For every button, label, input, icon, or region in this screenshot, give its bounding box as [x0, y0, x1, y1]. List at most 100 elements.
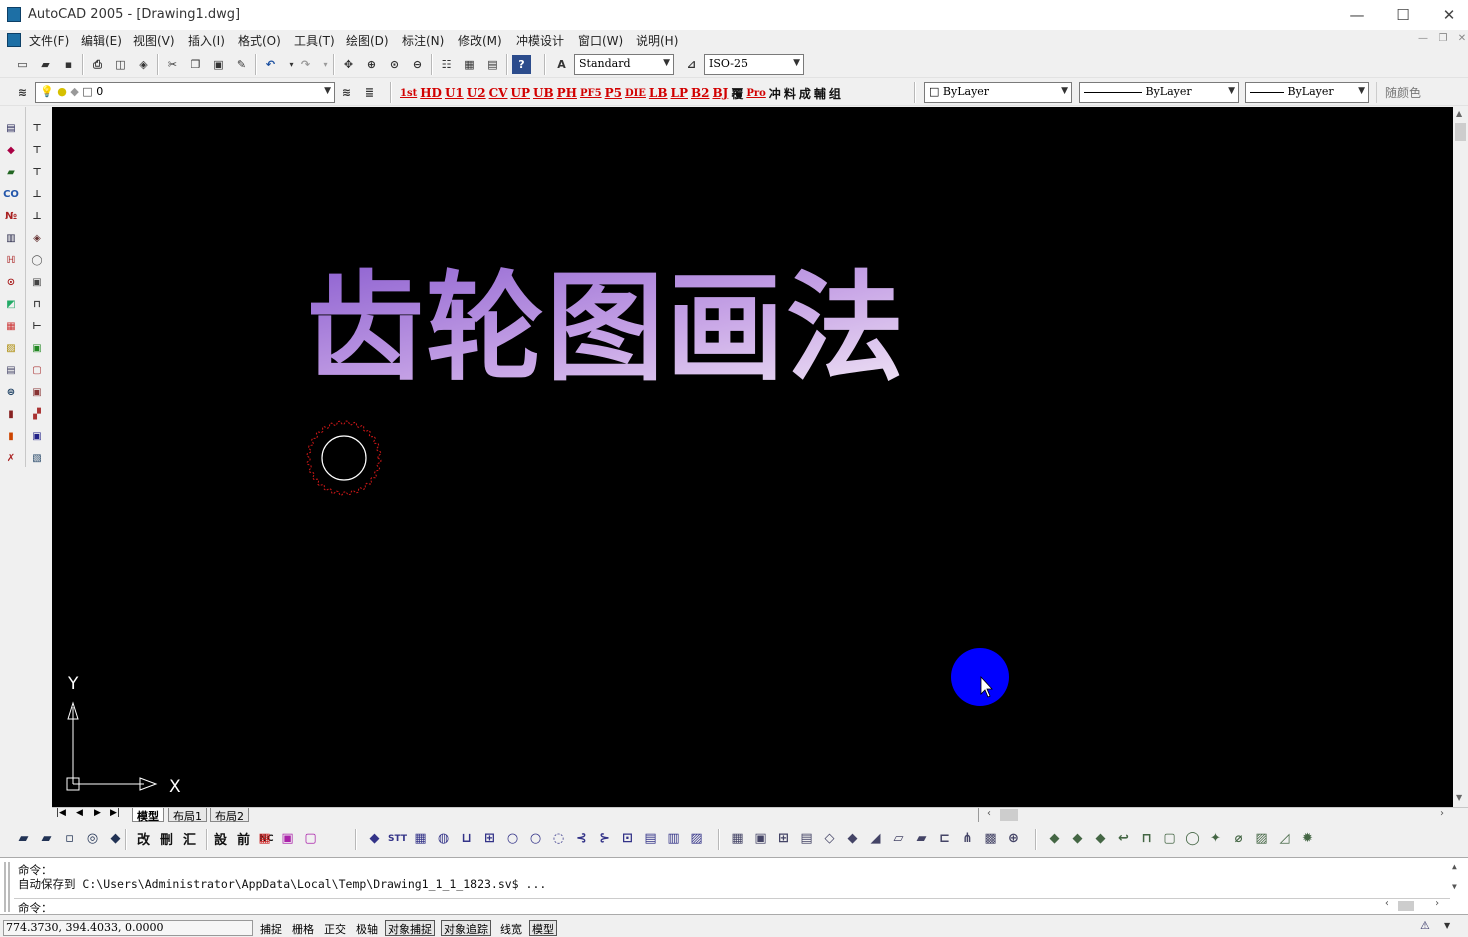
command-scroll-up-icon[interactable]: ▲	[1452, 862, 1457, 871]
mech-tool-11-icon[interactable]: ⊡	[618, 829, 637, 848]
plugin-button-13[interactable]: B2	[691, 86, 710, 100]
status-toggle-2[interactable]: 正交	[321, 920, 349, 936]
doc-restore-button[interactable]: ❐	[1436, 33, 1450, 47]
solid-tool-2-icon[interactable]: ◆	[1091, 829, 1110, 848]
mech-tool-12-icon[interactable]: ▤	[641, 829, 660, 848]
doc-close-button[interactable]: ✕	[1455, 33, 1468, 47]
left-tool-a-3-icon[interactable]: CO	[2, 185, 20, 203]
scroll-up-icon[interactable]: ▲	[1456, 109, 1462, 118]
menu-help[interactable]: 说明(H)	[636, 32, 678, 49]
autocad-app-icon[interactable]	[7, 7, 21, 22]
plugin-button-0[interactable]: 1st	[400, 88, 417, 99]
plugin-button-18[interactable]: 料	[784, 85, 796, 102]
design-center-icon[interactable]: ▦	[460, 55, 479, 74]
plugin-button-4[interactable]: CV	[489, 86, 508, 100]
annot-tool-2-icon[interactable]: ⊞	[774, 829, 793, 848]
menu-insert[interactable]: 插入(I)	[188, 32, 225, 49]
plugin-button-6[interactable]: UB	[533, 86, 554, 100]
left-tool-a-5-icon[interactable]: ▥	[2, 229, 20, 247]
first-tab-icon[interactable]: |◀	[56, 808, 66, 818]
layer-previous-icon[interactable]: ≣	[360, 83, 379, 102]
menu-dimension[interactable]: 标注(N)	[402, 32, 444, 49]
copy-icon[interactable]: ❐	[186, 55, 205, 74]
left-tool-b-8-icon[interactable]: ⊓	[28, 295, 46, 313]
zoom-realtime-icon[interactable]: ⊕	[362, 55, 381, 74]
solid-tool-9-icon[interactable]: ▨	[1252, 829, 1271, 848]
annot-tool-6-icon[interactable]: ◢	[866, 829, 885, 848]
scroll-right-icon[interactable]: ›	[1440, 808, 1444, 819]
menu-draw[interactable]: 绘图(D)	[346, 32, 389, 49]
left-tool-b-6-icon[interactable]: ◯	[28, 251, 46, 269]
status-toggle-4[interactable]: 对象捕捉	[385, 920, 435, 936]
left-tool-b-1-icon[interactable]: ⊤	[28, 141, 46, 159]
left-tool-a-2-icon[interactable]: ▰	[2, 163, 20, 181]
coordinate-display[interactable]: 774.3730, 394.4033, 0.0000	[3, 920, 253, 936]
plot-preview-icon[interactable]: ◫	[111, 55, 130, 74]
left-tool-b-9-icon[interactable]: ⊢	[28, 317, 46, 335]
linetype-select[interactable]: ByLayer ▼	[1079, 82, 1239, 103]
left-tool-b-7-icon[interactable]: ▣	[28, 273, 46, 291]
text-style-select[interactable]: Standard ▼	[574, 54, 674, 75]
command-window[interactable]: 命令： 自动保存到 C:\Users\Administrator\AppData…	[0, 857, 1468, 915]
mech-tool-6-icon[interactable]: ○	[503, 829, 522, 848]
left-tool-b-13-icon[interactable]: ▞	[28, 405, 46, 423]
solid-tool-7-icon[interactable]: ✦	[1206, 829, 1225, 848]
left-tool-a-4-icon[interactable]: №	[2, 207, 20, 225]
mech-tool-7-icon[interactable]: ○	[526, 829, 545, 848]
zoom-previous-icon[interactable]: ⊖	[408, 55, 427, 74]
plugin-button-14[interactable]: BJ	[712, 86, 728, 100]
annot-tool-3-icon[interactable]: ▤	[797, 829, 816, 848]
left-tool-b-3-icon[interactable]: ⊥	[28, 185, 46, 203]
gear-drawing[interactable]	[306, 420, 382, 496]
plot-icon[interactable]: ⎙	[88, 55, 107, 74]
modify-tool-3-button[interactable]: 設	[211, 829, 230, 848]
draw-tool-2-icon[interactable]: ▫	[60, 829, 79, 848]
menu-tools[interactable]: 工具(T)	[294, 32, 335, 49]
left-tool-a-1-icon[interactable]: ◆	[2, 141, 20, 159]
left-tool-a-12-icon[interactable]: ⊜	[2, 383, 20, 401]
plugin-button-10[interactable]: DIE	[625, 88, 646, 99]
layer-manager-icon[interactable]: ≋	[13, 83, 32, 102]
cut-icon[interactable]: ✂	[163, 55, 182, 74]
mech-tool-5-icon[interactable]: ⊞	[480, 829, 499, 848]
mech-tool-0-icon[interactable]: ◆	[365, 829, 384, 848]
plugin-button-7[interactable]: PH	[557, 86, 577, 100]
draw-tool-0-icon[interactable]: ▰	[14, 829, 33, 848]
menu-edit[interactable]: 编辑(E)	[81, 32, 122, 49]
tool-palettes-icon[interactable]: ▤	[483, 55, 502, 74]
plugin-button-2[interactable]: U1	[445, 86, 464, 100]
annot-tool-5-icon[interactable]: ◆	[843, 829, 862, 848]
left-tool-b-10-icon[interactable]: ▣	[28, 339, 46, 357]
solid-tool-0-icon[interactable]: ◆	[1045, 829, 1064, 848]
plugin-button-5[interactable]: UP	[511, 86, 531, 100]
plugin-button-15[interactable]: 覆	[731, 85, 743, 102]
left-tool-a-9-icon[interactable]: ▦	[2, 317, 20, 335]
dim-style-select[interactable]: ISO-25 ▼	[704, 54, 804, 75]
mech-tool-4-icon[interactable]: ⊔	[457, 829, 476, 848]
left-tool-b-11-icon[interactable]: ▢	[28, 361, 46, 379]
last-tab-icon[interactable]: ▶|	[110, 808, 120, 818]
command-scroll-left-icon[interactable]: ‹	[1384, 898, 1390, 909]
mech-tool-8-icon[interactable]: ◌	[549, 829, 568, 848]
left-tool-b-4-icon[interactable]: ⊥	[28, 207, 46, 225]
left-tool-a-6-icon[interactable]: ℍ	[2, 251, 20, 269]
communication-center-icon[interactable]: ⚠	[1420, 919, 1436, 935]
status-toggle-5[interactable]: 对象追踪	[441, 920, 491, 936]
annot-tool-4-icon[interactable]: ◇	[820, 829, 839, 848]
command-window-grip[interactable]	[4, 862, 10, 912]
solid-tool-10-icon[interactable]: ◿	[1275, 829, 1294, 848]
menu-window[interactable]: 窗口(W)	[578, 32, 623, 49]
plugin-button-20[interactable]: 輔	[814, 85, 826, 102]
draw-tool-4-icon[interactable]: ◆	[106, 829, 125, 848]
horizontal-scroll-thumb[interactable]	[1000, 809, 1018, 821]
frame-tool-2-icon[interactable]: ▢	[301, 829, 320, 848]
solid-tool-4-icon[interactable]: ⊓	[1137, 829, 1156, 848]
plugin-button-1[interactable]: HD	[420, 86, 442, 100]
status-menu-chevron-icon[interactable]: ▼	[1444, 921, 1450, 930]
layer-select[interactable]: 💡 ● ◆ □ 0 ▼	[35, 82, 335, 103]
left-tool-b-2-icon[interactable]: ⊤	[28, 163, 46, 181]
color-select[interactable]: □ ByLayer ▼	[924, 82, 1072, 103]
left-tool-a-13-icon[interactable]: ▮	[2, 405, 20, 423]
tab-layout1[interactable]: 布局1	[168, 808, 207, 823]
command-scroll-down-icon[interactable]: ▼	[1452, 882, 1457, 891]
